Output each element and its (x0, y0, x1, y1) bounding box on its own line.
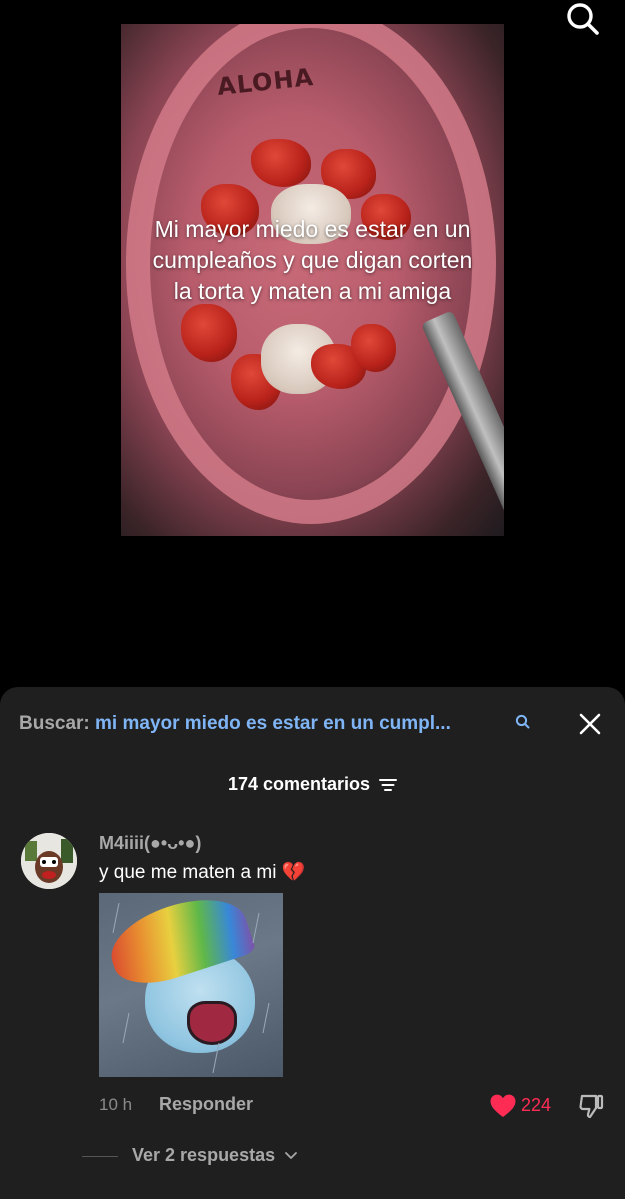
comments-sheet: Buscar: mi mayor miedo es estar en un cu… (0, 687, 625, 1199)
comment-count[interactable]: 174 comentarios (0, 774, 625, 795)
comment-search-bar[interactable]: Buscar: mi mayor miedo es estar en un cu… (19, 713, 609, 737)
rain-lines (112, 902, 270, 1074)
search-icon[interactable] (563, 0, 603, 40)
comment-sticker-image[interactable] (99, 893, 283, 1077)
chevron-down-icon (285, 1152, 298, 1160)
comment-body: y que me maten a mi (99, 862, 277, 883)
comment-count-label: 174 comentarios (227, 774, 371, 794)
replies-divider (82, 1156, 118, 1157)
video-player[interactable]: ALOHA Mi mayor miedo es estar en un cump… (121, 24, 504, 536)
comment-text: y que me maten a mi 💔 (99, 860, 305, 884)
like-count: 224 (521, 1095, 552, 1115)
video-caption: Mi mayor miedo es estar en un cumpleaños… (152, 216, 473, 304)
search-query-link[interactable]: mi mayor miedo es estar en un cumpl... (95, 713, 451, 734)
search-label: Buscar: (19, 713, 90, 734)
heart-icon[interactable] (489, 1093, 517, 1119)
comment-meta: 10 h Responder 224 (99, 1092, 611, 1120)
broken-heart-emoji: 💔 (281, 862, 306, 883)
close-icon[interactable] (577, 711, 603, 737)
comment-time: 10 h (99, 1095, 133, 1114)
avatar-image (21, 833, 77, 889)
view-replies-label: Ver 2 respuestas (132, 1145, 276, 1165)
filter-icon[interactable] (379, 777, 398, 793)
search-icon[interactable] (514, 713, 532, 731)
thumbs-down-icon[interactable] (577, 1092, 605, 1120)
reply-button[interactable]: Responder (159, 1094, 253, 1115)
avatar[interactable] (21, 833, 77, 889)
comment-username[interactable]: M4iiii(●•ᴗ•●) (99, 833, 201, 854)
